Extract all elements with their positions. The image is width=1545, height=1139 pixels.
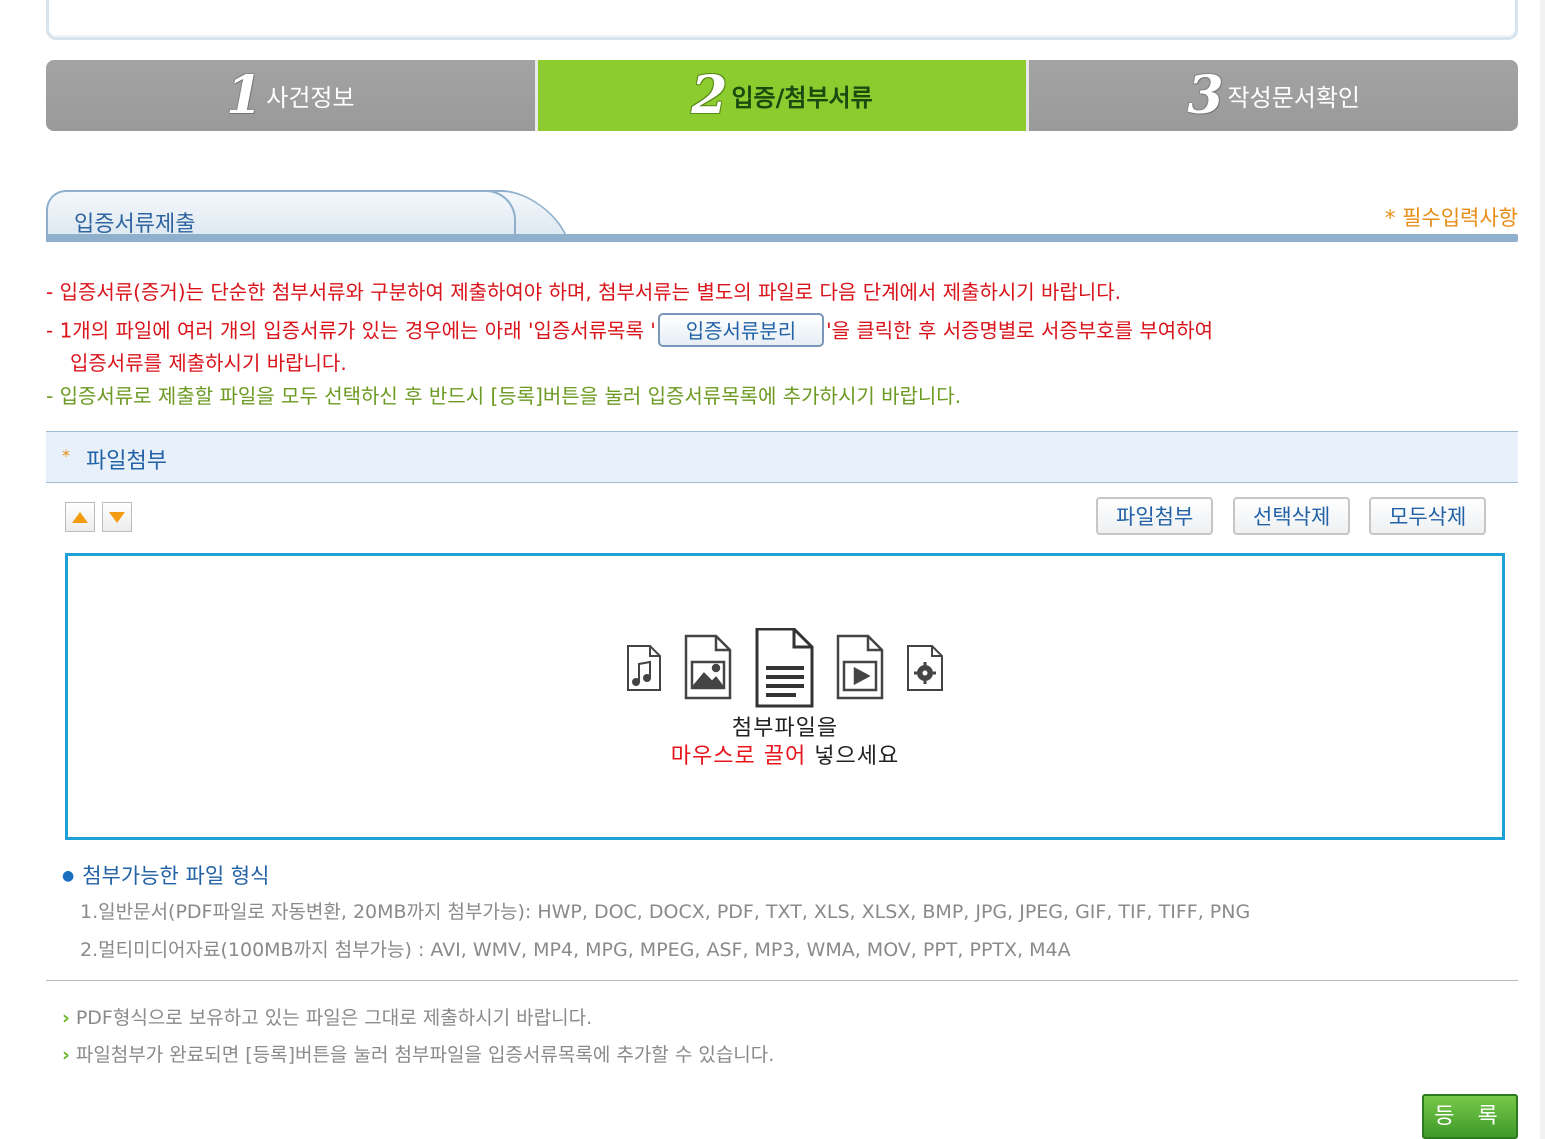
step-number: 2 — [691, 64, 728, 126]
tip-item: › PDF형식으로 보유하고 있는 파일은 그대로 제출하시기 바랍니다. — [62, 1003, 592, 1030]
settings-file-icon — [907, 645, 943, 691]
notice-line-2: - 1개의 파일에 여러 개의 입증서류가 있는 경우에는 아래 '입증서류목록… — [46, 313, 1214, 349]
scrollbar-edge[interactable] — [1540, 0, 1545, 1139]
step-label: 사건정보 — [266, 84, 355, 112]
section-title: 입증서류제출 — [74, 212, 196, 237]
image-file-icon — [684, 634, 732, 700]
file-drop-zone[interactable]: 첨부파일을 마우스로 끌어 넣으세요 — [65, 553, 1505, 840]
attach-file-button[interactable]: 파일첨부 — [1096, 497, 1214, 535]
chevron-right-icon: › — [62, 1007, 70, 1029]
file-attach-header: * 파일첨부 — [46, 431, 1518, 483]
drop-instruction-rest: 넣으세요 — [806, 744, 900, 769]
tip-text: 파일첨부가 완료되면 [등록]버튼을 눌러 첨부파일을 입증서류목록에 추가할 … — [75, 1044, 775, 1066]
step-label: 작성문서확인 — [1227, 84, 1361, 112]
delete-all-button[interactable]: 모두삭제 — [1369, 497, 1487, 535]
top-form-box — [46, 0, 1518, 40]
star-icon: * — [62, 446, 70, 465]
tip-text: PDF형식으로 보유하고 있는 파일은 그대로 제출하시기 바랍니다. — [75, 1007, 593, 1029]
notice-line-2-after: '을 클릭한 후 서증명별로 서증부호를 부여하여 — [826, 318, 1214, 343]
formats-general-docs: 1.일반문서(PDF파일로 자동변환, 20MB까지 첨부가능): HWP, D… — [80, 901, 1251, 923]
delete-selected-button[interactable]: 선택삭제 — [1233, 497, 1351, 535]
step-1-case-info: 1 사건정보 — [46, 60, 535, 131]
notice-line-2-before: - 1개의 파일에 여러 개의 입증서류가 있는 경우에는 아래 '입증서류목록… — [46, 318, 656, 343]
step-2-evidence-docs: 2 입증/첨부서류 — [534, 60, 1027, 131]
video-file-icon — [836, 634, 884, 700]
formats-multimedia: 2.멀티미디어자료(100MB까지 첨부가능) : AVI, WMV, MP4,… — [80, 939, 1071, 961]
notice-line-3: 입증서류를 제출하시기 바랍니다. — [70, 351, 347, 375]
notice-line-1: - 입증서류(증거)는 단순한 첨부서류와 구분하여 제출하여야 하며, 첨부서… — [46, 280, 1121, 304]
tip-item: › 파일첨부가 완료되면 [등록]버튼을 눌러 첨부파일을 입증서류목록에 추가할… — [62, 1040, 774, 1067]
step-progress-bar: 1 사건정보 2 입증/첨부서류 3 작성문서확인 — [46, 60, 1518, 131]
register-button[interactable]: 등 록 — [1422, 1094, 1518, 1139]
step-number: 1 — [226, 64, 263, 126]
required-fields-note: * 필수입력사항 — [1384, 206, 1518, 230]
divider — [46, 980, 1518, 981]
drop-instruction-emphasis: 마우스로 끌어 — [670, 744, 807, 769]
step-label: 입증/첨부서류 — [731, 84, 873, 112]
move-up-button[interactable] — [65, 502, 95, 532]
step-3-confirm-docs: 3 작성문서확인 — [1026, 60, 1518, 131]
audio-file-icon — [627, 645, 661, 691]
notice-line-4: - 입증서류로 제출할 파일을 모두 선택하신 후 반드시 [등록]버튼을 눌러… — [46, 384, 962, 408]
file-attach-title: 파일첨부 — [86, 449, 167, 474]
section-underline — [46, 234, 1518, 242]
arrow-down-icon — [109, 511, 125, 523]
section-header: 입증서류제출 * 필수입력사항 — [46, 190, 1518, 246]
bullet-icon: ● — [62, 868, 75, 884]
allowed-formats-title: ● 첨부가능한 파일 형식 — [62, 860, 269, 890]
chevron-right-icon: › — [62, 1044, 70, 1066]
step-number: 3 — [1187, 64, 1224, 126]
allowed-formats-title-text: 첨부가능한 파일 형식 — [82, 864, 270, 888]
document-file-icon — [755, 628, 814, 708]
file-type-icons — [627, 628, 943, 708]
move-down-button[interactable] — [102, 502, 132, 532]
drop-instruction-line-2: 마우스로 끌어 넣으세요 — [68, 738, 1502, 770]
split-evidence-button[interactable]: 입증서류분리 — [657, 313, 825, 347]
arrow-up-icon — [72, 511, 88, 523]
